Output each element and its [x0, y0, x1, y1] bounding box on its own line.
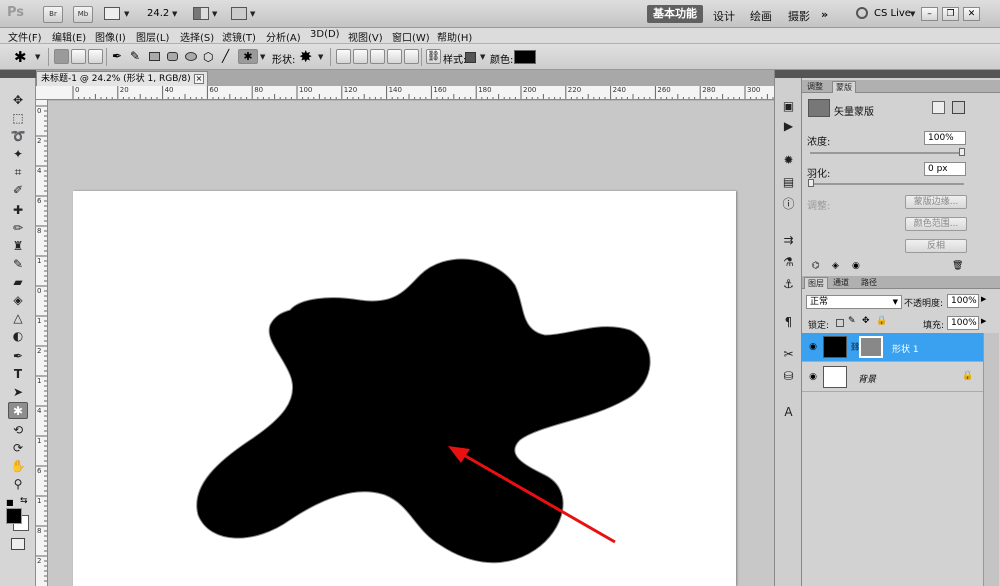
swatches-icon[interactable]: ⇉ [780, 232, 797, 249]
layer-row[interactable]: ◉ ⛓ 形状 1 [802, 333, 983, 362]
apply-mask-icon[interactable]: ◈ [832, 261, 839, 271]
mini-bridge-icon[interactable]: ▣ [780, 98, 797, 115]
fill-input[interactable]: 100% [947, 316, 979, 330]
animation-icon[interactable]: ▶ [780, 118, 797, 135]
histogram-icon[interactable]: ▤ [780, 174, 797, 191]
tab-adjustments[interactable]: 调整 [804, 81, 826, 93]
density-input[interactable]: 100% [924, 131, 966, 145]
masks-panel-tabs: 调整 蒙版 [802, 80, 1000, 93]
tool-presets-icon[interactable]: ✂ [780, 346, 797, 363]
feather-slider[interactable] [810, 183, 964, 185]
navigator-icon[interactable]: ✹ [780, 152, 797, 169]
layer-visibility-eye-icon[interactable]: ◉ [806, 340, 820, 354]
tab-channels[interactable]: 通道 [830, 277, 852, 289]
density-slider-knob[interactable] [959, 148, 965, 156]
dock-collapse-bar[interactable] [775, 70, 803, 78]
layer-lock-icon: 🔒 [962, 371, 974, 381]
layer-name[interactable]: 背景 [858, 372, 876, 385]
refine-label: 调整: [807, 201, 831, 212]
tab-paths[interactable]: 路径 [858, 277, 880, 289]
layer-thumbnail[interactable] [823, 366, 847, 388]
invert-button[interactable]: 反相 [905, 239, 967, 253]
paragraph-icon[interactable]: ¶ [780, 314, 797, 331]
fill-dropdown-icon[interactable]: ▶ [981, 317, 986, 325]
brushes-icon[interactable]: ⚓ [780, 276, 797, 293]
feather-slider-knob[interactable] [808, 179, 814, 187]
styles-icon[interactable]: ⚗ [780, 254, 797, 271]
blend-mode-select[interactable]: 正常 ▼ [806, 295, 902, 309]
vector-mask-button[interactable] [952, 101, 965, 114]
vector-mask-thumbnail[interactable] [859, 336, 883, 358]
layer-row[interactable]: ◉ 背景 🔒 [802, 363, 983, 392]
lock-all-icon[interactable]: 🔒 [876, 316, 887, 326]
mask-type-title: 矢量蒙版 [834, 107, 874, 118]
pixel-mask-button[interactable] [932, 101, 945, 114]
layer-fill-thumbnail[interactable] [823, 336, 847, 358]
clone-source-icon[interactable]: ⛁ [780, 368, 797, 385]
vector-mask-thumb-icon [808, 99, 830, 117]
splat-shape[interactable] [196, 258, 651, 564]
layers-panel-tabs: 图层 通道 路径 [802, 276, 1000, 289]
density-slider[interactable] [810, 152, 964, 154]
layer-visibility-eye-icon[interactable]: ◉ [806, 370, 820, 384]
tab-masks[interactable]: 蒙版 [832, 81, 856, 93]
blend-mode-value: 正常 [810, 297, 829, 307]
info-icon[interactable]: ⓘ [780, 196, 797, 213]
lock-transparency-icon[interactable] [836, 319, 844, 327]
load-selection-icon[interactable]: ⌬ [812, 261, 820, 271]
density-label: 浓度: [807, 137, 831, 148]
color-range-button[interactable]: 颜色范围... [905, 217, 967, 231]
delete-mask-icon[interactable]: 🗑 [952, 261, 963, 271]
feather-input[interactable]: 0 px [924, 162, 966, 176]
lock-pixels-icon[interactable]: ✎ [848, 316, 856, 326]
opacity-input[interactable]: 100% [947, 294, 979, 308]
opacity-dropdown-icon[interactable]: ▶ [981, 295, 986, 303]
tab-layers[interactable]: 图层 [804, 277, 828, 289]
fill-label: 填充: [923, 321, 945, 331]
lock-label: 锁定: [808, 321, 830, 331]
layers-scrollbar[interactable] [983, 333, 999, 586]
panel-icon-dock: ▣ ▶ ✹ ▤ ⓘ ⇉ ⚗ ⚓ ¶ ✂ ⛁ A [774, 70, 803, 586]
opacity-label: 不透明度: [904, 299, 944, 309]
disable-mask-icon[interactable]: ◉ [852, 261, 860, 271]
lock-position-icon[interactable]: ✥ [862, 316, 870, 326]
panels-column: 调整 蒙版 矢量蒙版 浓度: 100% 羽化: 0 px 调整: 蒙版边缘...… [802, 70, 1000, 586]
panels-collapse-bar[interactable] [802, 70, 1000, 78]
character-icon[interactable]: A [780, 404, 797, 421]
blend-mode-dropdown-icon[interactable]: ▼ [893, 296, 898, 308]
feather-label: 羽化: [807, 169, 831, 180]
mask-edge-button[interactable]: 蒙版边缘... [905, 195, 967, 209]
layer-name[interactable]: 形状 1 [892, 342, 919, 355]
